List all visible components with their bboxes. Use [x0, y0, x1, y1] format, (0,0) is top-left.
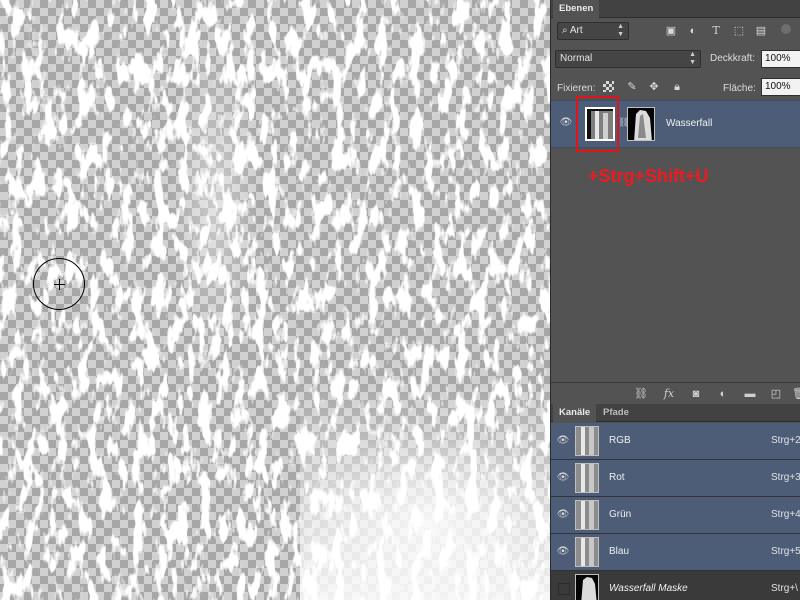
layer-filter-select[interactable]: ⌕ Art ▲ ▼ [557, 22, 629, 40]
fx-icon[interactable]: fx [661, 387, 677, 401]
fill-field[interactable]: 100% [761, 78, 800, 96]
layers-footer: ⛓︎ fx ◙ ◐ ▬ ◰ 🗑︎ [551, 382, 800, 404]
channel-name: Wasserfall Maske [609, 583, 688, 594]
channels-tabbar: Kanäle Pfade [551, 404, 800, 422]
type-filter-icon[interactable]: T [709, 24, 723, 38]
stepper-arrows-icon: ▲ ▼ [617, 23, 624, 38]
tab-pfade[interactable]: Pfade [597, 404, 635, 422]
visibility-box[interactable] [558, 583, 570, 595]
channel-shortcut: Strg+4 [771, 509, 800, 520]
trash-icon[interactable]: 🗑︎ [791, 387, 800, 401]
channel-shortcut: Strg+5 [771, 546, 800, 557]
channel-row-rgb[interactable]: 👁︎ RGB Strg+2 [551, 423, 800, 460]
new-layer-icon[interactable]: ◰ [768, 387, 784, 401]
shape-filter-icon[interactable]: ⬚ [732, 24, 746, 38]
eye-icon[interactable]: 👁︎ [556, 547, 570, 557]
filter-toggle-icon[interactable] [781, 24, 791, 34]
tab-kanaele[interactable]: Kanäle [553, 404, 597, 422]
channel-name: Grün [609, 509, 632, 520]
channel-row-rot[interactable]: 👁︎ Rot Strg+3 [551, 460, 800, 497]
channel-thumbnail [575, 537, 599, 567]
stepper-arrows-icon: ▲ ▼ [689, 51, 696, 66]
adjustment-icon[interactable]: ◐ [715, 387, 731, 401]
fill-label: Fläche: [723, 83, 756, 94]
channel-row-gruen[interactable]: 👁︎ Grün Strg+4 [551, 497, 800, 534]
waterfall-image [0, 0, 550, 600]
channel-thumbnail [575, 463, 599, 493]
channel-thumbnail-image [576, 501, 598, 529]
thumbnail-highlight-box [576, 96, 619, 152]
channel-thumbnail [575, 500, 599, 530]
tab-ebenen[interactable]: Ebenen [553, 0, 600, 18]
eye-icon[interactable]: 👁︎ [559, 118, 573, 128]
channel-shortcut: Strg+2 [771, 435, 800, 446]
channel-row-mask[interactable]: Wasserfall Maske Strg+\ [551, 571, 800, 600]
opacity-field[interactable]: 100% [761, 50, 800, 68]
search-icon: ⌕ [562, 25, 570, 36]
mask-channel-thumbnail-image [576, 575, 598, 600]
lock-label: Fixieren: [557, 83, 596, 94]
layers-panel: Ebenen ⌕ Art ▲ ▼ ▣ ◐ T ⬚ ▤ Normal ▲ ▼ Deck… [550, 0, 800, 404]
channel-shortcut: Strg+3 [771, 472, 800, 483]
folder-icon[interactable]: ▬ [742, 387, 758, 401]
channel-thumbnail [575, 426, 599, 456]
channel-name: Blau [609, 546, 630, 557]
channel-name: Rot [609, 472, 625, 483]
smart-object-filter-icon[interactable]: ▤ [754, 24, 768, 38]
layers-tabbar: Ebenen [551, 0, 800, 18]
lock-all-icon[interactable]: 🔒︎ [670, 80, 684, 94]
channel-shortcut: Strg+\ [771, 583, 798, 594]
eye-icon[interactable]: 👁︎ [556, 473, 570, 483]
channel-thumbnail-image [576, 427, 598, 455]
brush-cursor [33, 258, 85, 310]
channels-panel: Kanäle Pfade 👁︎ RGB Strg+2 👁︎ Rot Strg+3… [550, 404, 800, 600]
channel-thumbnail [575, 574, 599, 600]
document-canvas[interactable] [0, 0, 550, 600]
blend-mode-select[interactable]: Normal ▲ ▼ [555, 50, 701, 68]
adjustment-filter-icon[interactable]: ◐ [686, 24, 700, 38]
shortcut-annotation: +Strg+Shift+U [588, 166, 709, 186]
channel-thumbnail-image [576, 538, 598, 566]
lock-transparency-icon[interactable] [603, 81, 614, 92]
lock-move-icon[interactable]: ✥ [647, 80, 661, 94]
layer-name[interactable]: Wasserfall [666, 118, 712, 129]
channel-name: RGB [609, 435, 631, 446]
layer-mask-thumbnail[interactable] [627, 107, 655, 141]
image-filter-icon[interactable]: ▣ [664, 24, 678, 38]
opacity-label: Deckkraft: [710, 53, 756, 64]
channel-thumbnail-image [576, 464, 598, 492]
channel-row-blau[interactable]: 👁︎ Blau Strg+5 [551, 534, 800, 571]
eye-icon[interactable]: 👁︎ [556, 510, 570, 520]
blend-mode-value: Normal [560, 53, 593, 64]
layer-filter-value: Art [569, 25, 583, 36]
link-icon[interactable]: ⛓︎ [633, 387, 649, 401]
eye-icon[interactable]: 👁︎ [556, 436, 570, 446]
mask-icon[interactable]: ◙ [688, 387, 704, 401]
lock-brush-icon[interactable]: ✎ [625, 80, 639, 94]
mask-thumbnail-image [628, 108, 654, 140]
